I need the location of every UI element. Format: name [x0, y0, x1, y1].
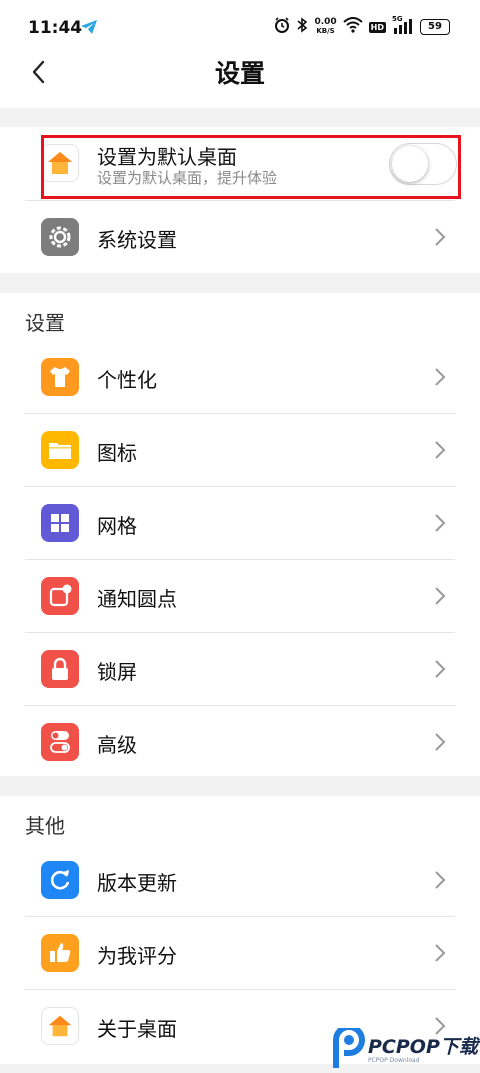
grid-icon	[41, 504, 79, 542]
sidebar-item-system-settings[interactable]: 系统设置	[0, 201, 480, 273]
item-label: 关于桌面	[97, 1017, 177, 1041]
wifi-icon	[342, 17, 363, 37]
watermark: PCPOP下载 PCPOP Download	[330, 1026, 480, 1073]
status-time: 11:44	[28, 18, 83, 38]
chevron-right-icon	[433, 869, 447, 895]
chevron-right-icon	[433, 942, 447, 968]
page-title: 设置	[214, 59, 265, 88]
chevron-right-icon	[433, 585, 447, 611]
item-label: 版本更新	[97, 871, 177, 895]
bluetooth-icon	[296, 17, 308, 37]
list-item-version-update[interactable]: 版本更新	[0, 844, 480, 916]
item-label: 图标	[97, 441, 137, 465]
shirt-icon	[41, 358, 79, 396]
section-title-settings: 设置	[25, 311, 65, 335]
list-item-icons[interactable]: 图标	[0, 414, 480, 486]
list-item-lock-screen[interactable]: 锁屏	[0, 633, 480, 705]
network-speed-value: 0.00	[314, 17, 337, 27]
item-label: 高级	[97, 733, 137, 757]
lock-icon	[41, 650, 79, 688]
network-speed: 0.00 KB/S	[314, 18, 336, 36]
telegram-icon	[80, 18, 98, 40]
toggles-icon	[41, 723, 79, 761]
chevron-right-icon	[433, 226, 447, 252]
thumbs-up-icon	[41, 934, 79, 972]
list-item-rate-us[interactable]: 为我评分	[0, 917, 480, 989]
cellular-signal-icon: 5G	[392, 15, 414, 35]
pcpop-logo-icon	[333, 1028, 365, 1068]
chevron-right-icon	[433, 439, 447, 465]
other-section: 其他 版本更新 为我评分 关于桌面	[0, 796, 480, 1064]
item-label: 个性化	[97, 368, 157, 392]
default-launcher-toggle[interactable]	[389, 143, 457, 185]
list-item-grid[interactable]: 网格	[0, 487, 480, 559]
section-title-other: 其他	[25, 814, 65, 838]
chevron-right-icon	[433, 731, 447, 757]
notification-dot-icon	[41, 577, 79, 615]
settings-section: 设置 个性化 图标 网格 通知圆点 锁屏 高级	[0, 293, 480, 776]
item-label: 锁屏	[97, 660, 137, 684]
folder-icon	[41, 431, 79, 469]
toggle-knob	[392, 146, 428, 182]
item-label: 网格	[97, 514, 137, 538]
chevron-right-icon	[433, 658, 447, 684]
alarm-icon	[274, 17, 290, 37]
item-label: 为我评分	[97, 944, 177, 968]
chevron-right-icon	[433, 512, 447, 538]
list-item-personalize[interactable]: 个性化	[0, 341, 480, 413]
watermark-brand: PCPOP下载	[368, 1036, 478, 1058]
list-item-notification-dot[interactable]: 通知圆点	[0, 560, 480, 632]
refresh-icon	[41, 861, 79, 899]
watermark-sub: PCPOP Download	[368, 1057, 420, 1064]
home-icon	[41, 1007, 79, 1045]
hd-badge: HD	[368, 21, 386, 33]
system-settings-label: 系统设置	[97, 228, 177, 252]
network-speed-unit: KB/S	[316, 27, 335, 35]
header-bar: 设置	[0, 40, 480, 108]
battery-indicator: 59	[420, 19, 450, 35]
chevron-right-icon	[433, 366, 447, 392]
gear-icon	[41, 218, 79, 256]
item-label: 通知圆点	[97, 587, 177, 611]
list-item-advanced[interactable]: 高级	[0, 706, 480, 778]
